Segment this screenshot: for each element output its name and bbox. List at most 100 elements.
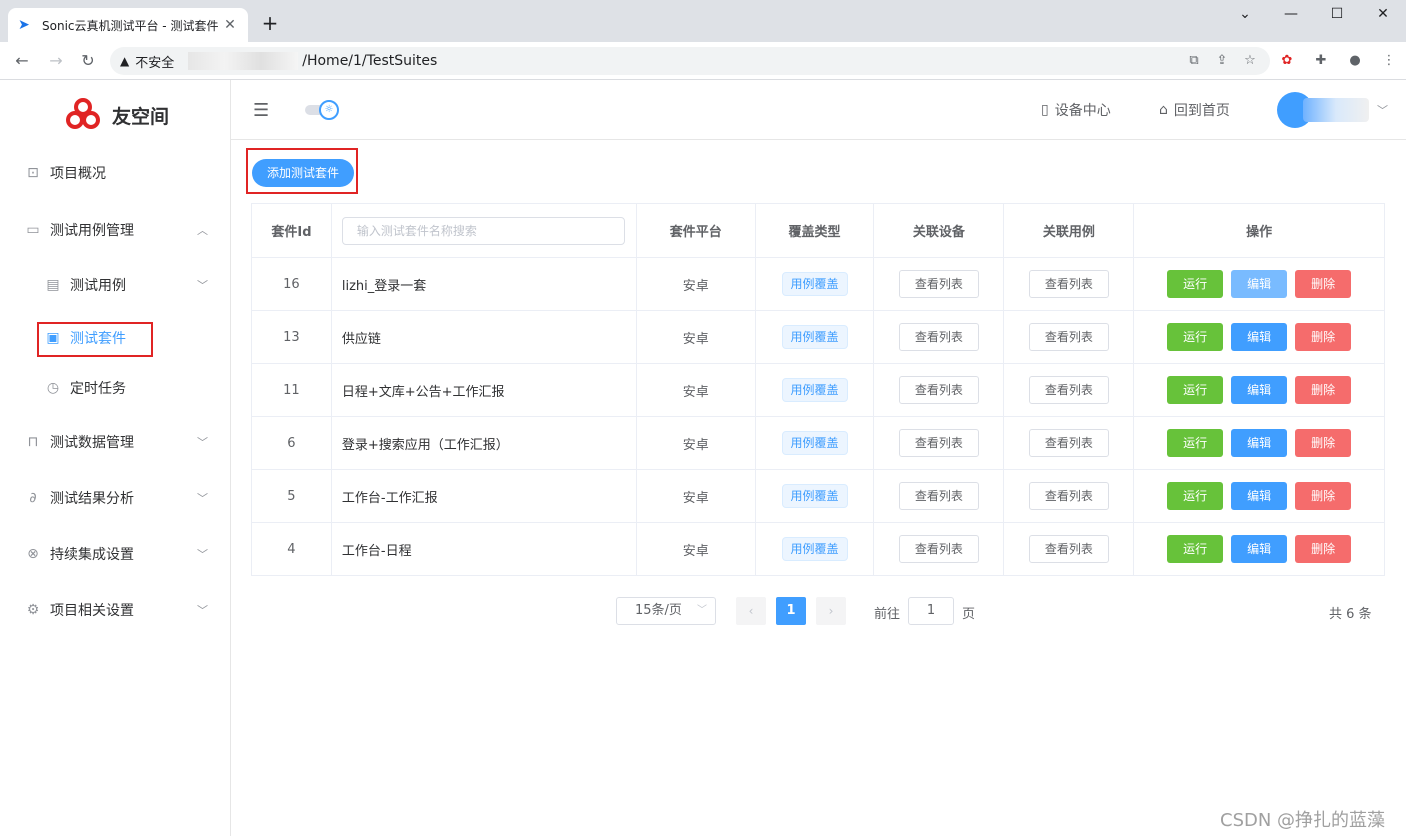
menu-fold-icon[interactable]: ☰ [253, 100, 269, 121]
view-devices-button[interactable]: 查看列表 [898, 429, 979, 457]
forward-icon[interactable]: → [44, 50, 68, 72]
operations-cell: 运行 编辑 删除 [1133, 416, 1385, 470]
minimize-icon[interactable]: — [1268, 6, 1314, 26]
extension-icon[interactable]: ✿ [1276, 50, 1298, 72]
page-size-select[interactable]: 15条/页 ﹀ [616, 597, 716, 625]
next-page-button[interactable]: › [816, 597, 846, 625]
run-button[interactable]: 运行 [1167, 535, 1224, 563]
chevron-down-icon: ﹀ [197, 604, 208, 617]
sidebar-item-result-analysis[interactable]: ∂ 测试结果分析 ﹀ [0, 478, 230, 518]
view-devices-button[interactable]: 查看列表 [898, 482, 979, 510]
highlight-box-sidebar [37, 322, 153, 357]
translate-icon[interactable]: ⧉ [1184, 51, 1204, 71]
view-cases-button[interactable]: 查看列表 [1028, 482, 1109, 510]
chevron-down-icon[interactable]: ⌄ [1222, 6, 1268, 26]
header-devices: 关联设备 [873, 203, 1005, 258]
chevron-down-icon: ﹀ [197, 548, 208, 561]
close-tab-icon[interactable]: ✕ [222, 17, 238, 33]
coverage-tag: 用例覆盖 [781, 537, 848, 561]
coverage-tag: 用例覆盖 [781, 431, 848, 455]
url-input[interactable]: ▲ 不安全 /Home/1/TestSuites ⧉ ⇪ ☆ [110, 47, 1270, 75]
suite-search-input[interactable] [341, 216, 625, 245]
new-tab-icon[interactable]: + [258, 12, 282, 36]
coverage-cell: 用例覆盖 [754, 363, 875, 417]
coverage-cell: 用例覆盖 [754, 257, 875, 311]
view-devices-button[interactable]: 查看列表 [898, 270, 979, 298]
sidebar-item-label: 测试用例 [70, 278, 126, 294]
delete-button[interactable]: 删除 [1295, 270, 1352, 298]
sidebar-item-label: 项目概况 [50, 166, 106, 182]
document-icon: ▤ [46, 277, 60, 293]
view-cases-button[interactable]: 查看列表 [1028, 429, 1109, 457]
share-icon[interactable]: ⇪ [1212, 51, 1232, 71]
redacted-host [188, 52, 299, 70]
reload-icon[interactable]: ↻ [76, 50, 100, 72]
table-row: 16 lizhi_登录一套 安卓 用例覆盖 查看列表 查看列表 运行 编辑 删除 [251, 257, 1385, 311]
view-devices-button[interactable]: 查看列表 [898, 535, 979, 563]
run-button[interactable]: 运行 [1167, 482, 1224, 510]
sidebar-item-data-management[interactable]: ⊓ 测试数据管理 ﹀ [0, 422, 230, 462]
edit-button[interactable]: 编辑 [1231, 535, 1288, 563]
delete-button[interactable]: 删除 [1295, 535, 1352, 563]
edit-button[interactable]: 编辑 [1231, 429, 1288, 457]
back-home-link[interactable]: ⌂ 回到首页 [1159, 100, 1230, 120]
header-suite-id: 套件Id [251, 203, 332, 258]
maximize-icon[interactable]: ☐ [1314, 6, 1360, 26]
table-row: 4 工作台-日程 安卓 用例覆盖 查看列表 查看列表 运行 编辑 删除 [251, 522, 1385, 576]
sidebar-item-ci-settings[interactable]: ⊗ 持续集成设置 ﹀ [0, 534, 230, 574]
profile-icon[interactable]: ● [1344, 50, 1366, 72]
chevron-down-icon: ﹀ [697, 605, 707, 616]
device-center-link[interactable]: ▯ 设备中心 [1041, 100, 1111, 120]
edit-button[interactable]: 编辑 [1231, 323, 1288, 351]
delete-button[interactable]: 删除 [1295, 482, 1352, 510]
edit-button[interactable]: 编辑 [1231, 482, 1288, 510]
sidebar-item-overview[interactable]: ⊡ 项目概况 [0, 153, 230, 193]
delete-button[interactable]: 删除 [1295, 323, 1352, 351]
page-number-current[interactable]: 1 [776, 597, 806, 625]
view-cases-button[interactable]: 查看列表 [1028, 376, 1109, 404]
suite-id: 11 [251, 363, 332, 417]
suite-platform: 安卓 [635, 416, 756, 470]
suites-table: 套件Id 套件平台 覆盖类型 关联设备 关联用例 操作 16lizhi_登录一套… [251, 203, 1385, 576]
more-icon[interactable]: ⋮ [1378, 50, 1400, 72]
coverage-tag: 用例覆盖 [781, 272, 848, 296]
view-devices-button[interactable]: 查看列表 [898, 323, 979, 351]
run-button[interactable]: 运行 [1167, 323, 1224, 351]
view-cases-button[interactable]: 查看列表 [1028, 270, 1109, 298]
back-icon[interactable]: ← [10, 50, 34, 72]
delete-button[interactable]: 删除 [1295, 376, 1352, 404]
run-button[interactable]: 运行 [1167, 270, 1224, 298]
puzzle-icon[interactable]: ✚ [1310, 50, 1332, 72]
sidebar-item-case-management[interactable]: ▭ 测试用例管理 ︿ [0, 210, 230, 250]
sidebar-item-test-cases[interactable]: ▤ 测试用例 ﹀ [0, 265, 230, 305]
operations-cell: 运行 编辑 删除 [1133, 469, 1385, 523]
close-window-icon[interactable]: ✕ [1360, 6, 1406, 26]
chevron-down-icon[interactable]: ﹀ [1377, 102, 1388, 118]
header-coverage: 覆盖类型 [754, 203, 875, 258]
goto-page-input[interactable]: 1 [908, 597, 954, 625]
run-button[interactable]: 运行 [1167, 429, 1224, 457]
edit-button[interactable]: 编辑 [1231, 270, 1288, 298]
browser-tab[interactable]: ➤ Sonic云真机测试平台 - 测试套件 ✕ [8, 8, 248, 42]
operations-cell: 运行 编辑 删除 [1133, 363, 1385, 417]
home-icon: ⌂ [1159, 102, 1168, 118]
prev-page-button[interactable]: ‹ [736, 597, 766, 625]
coverage-tag: 用例覆盖 [781, 378, 848, 402]
sidebar-item-scheduled-tasks[interactable]: ◷ 定时任务 [0, 368, 230, 408]
lock-icon: ⊓ [27, 434, 39, 450]
edit-button[interactable]: 编辑 [1231, 376, 1288, 404]
add-suite-button[interactable]: 添加测试套件 [252, 159, 354, 187]
extension-icons: ✿ ✚ ● ⋮ [1276, 50, 1400, 72]
view-cases-button[interactable]: 查看列表 [1028, 535, 1109, 563]
delete-button[interactable]: 删除 [1295, 429, 1352, 457]
cases-cell: 查看列表 [1003, 522, 1135, 576]
view-cases-button[interactable]: 查看列表 [1028, 323, 1109, 351]
gear-icon: ⚙ [26, 602, 40, 618]
view-devices-button[interactable]: 查看列表 [898, 376, 979, 404]
paper-plane-icon: ➤ [18, 17, 30, 33]
sidebar-item-project-settings[interactable]: ⚙ 项目相关设置 ﹀ [0, 590, 230, 630]
run-button[interactable]: 运行 [1167, 376, 1224, 404]
theme-toggle[interactable]: ☼ [305, 100, 341, 120]
star-icon[interactable]: ☆ [1240, 51, 1260, 71]
devices-cell: 查看列表 [873, 310, 1005, 364]
